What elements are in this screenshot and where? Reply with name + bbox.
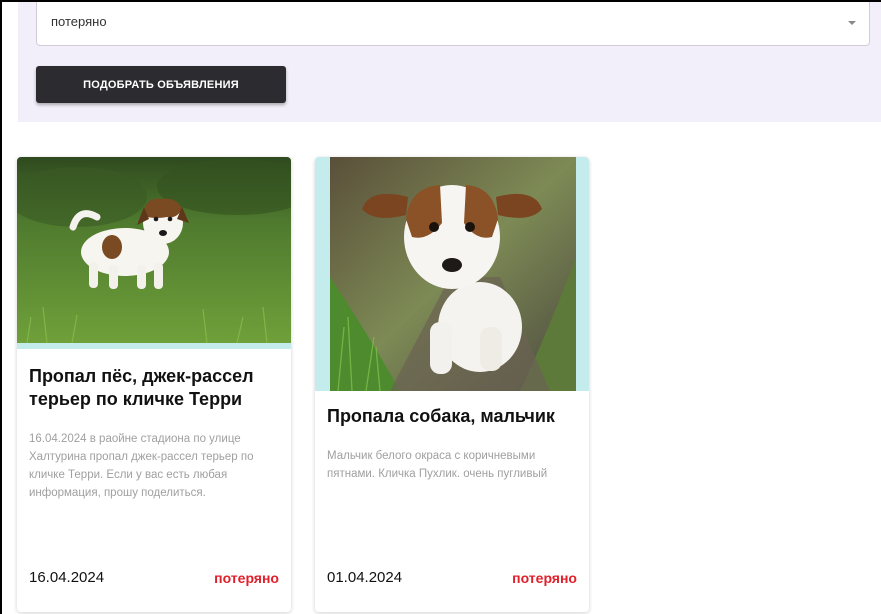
status-select-value: потеряно bbox=[51, 14, 107, 29]
ad-photo bbox=[315, 157, 589, 391]
dog-photo-image bbox=[17, 157, 291, 344]
ad-description: Мальчик белого окраса с коричневыми пятн… bbox=[327, 450, 548, 480]
ad-title: Пропала собака, мальчик bbox=[327, 406, 555, 426]
ad-date: 01.04.2024 bbox=[327, 569, 403, 586]
ad-card[interactable]: Пропала собака, мальчик Мальчик белого о… bbox=[315, 157, 589, 612]
ad-card[interactable]: Пропал пёс, джек-рассел терьер по кличке… bbox=[17, 157, 291, 612]
status-badge: потеряно bbox=[214, 570, 279, 586]
dog-photo-image bbox=[330, 157, 576, 391]
status-select[interactable]: потеряно bbox=[36, 2, 870, 46]
chevron-down-icon bbox=[848, 21, 856, 25]
search-ads-button[interactable]: подобрать объявления bbox=[36, 66, 286, 103]
ad-photo bbox=[17, 157, 291, 349]
page: потеряно подобрать объявления bbox=[0, 0, 881, 614]
ad-date: 16.04.2024 bbox=[29, 569, 105, 586]
status-badge: потеряно bbox=[512, 570, 577, 586]
ad-title: Пропал пёс, джек-рассел терьер по кличке… bbox=[29, 366, 254, 409]
filter-panel: потеряно подобрать объявления bbox=[18, 2, 881, 122]
ad-description: 16.04.2024 в раойне стадиона по улице Ха… bbox=[29, 433, 254, 499]
